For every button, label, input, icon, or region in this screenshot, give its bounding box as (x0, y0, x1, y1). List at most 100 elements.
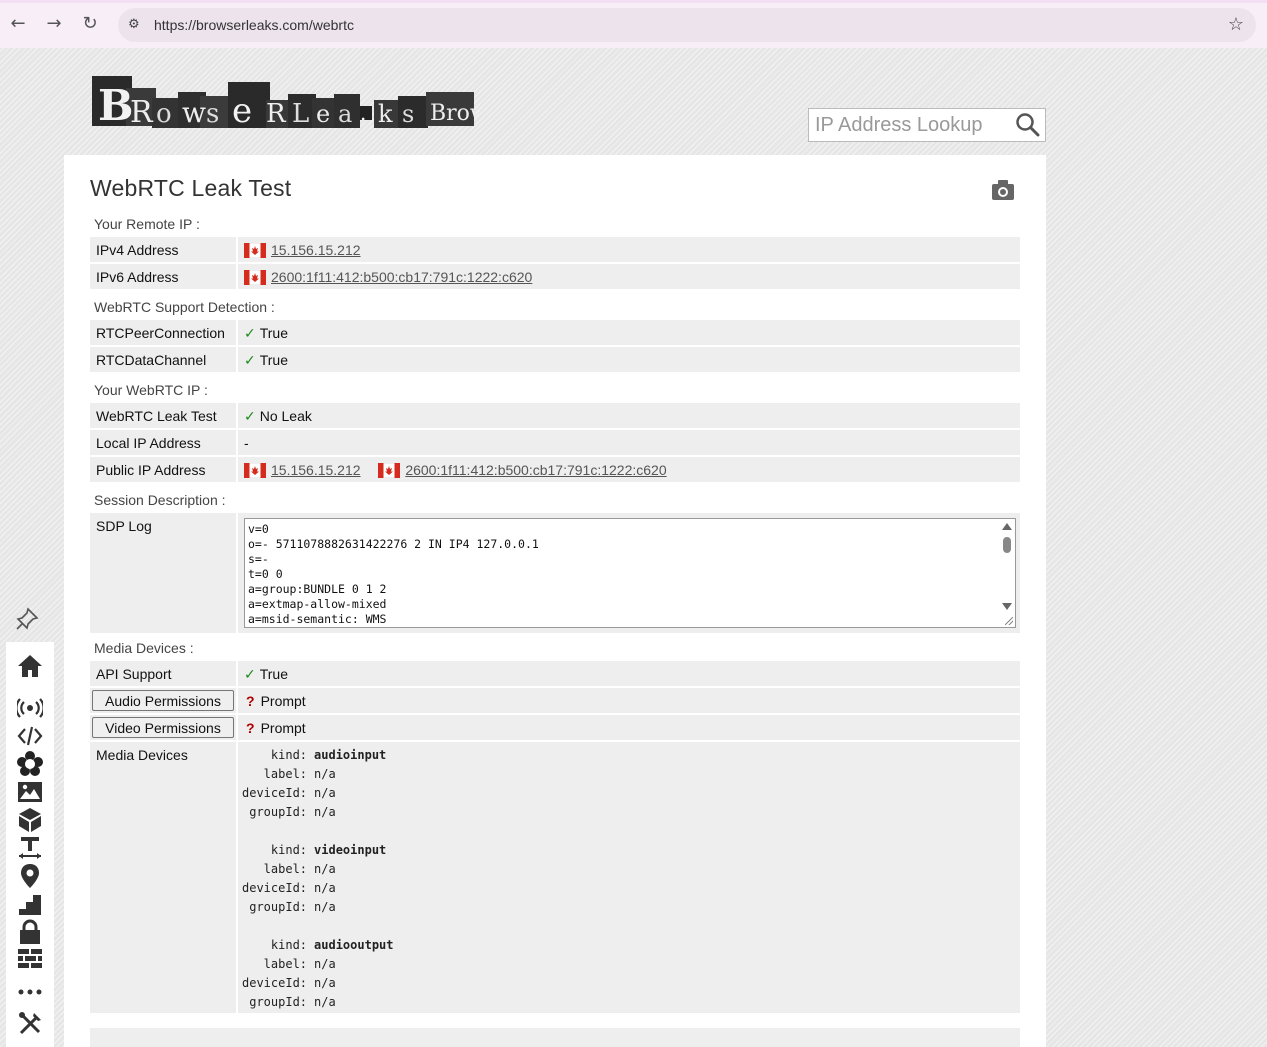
device-label: n/a (314, 862, 336, 876)
tools-sidebar (6, 642, 54, 1047)
resize-grip-icon[interactable] (1005, 617, 1013, 625)
ipv6-link[interactable]: 2600:1f11:412:b500:cb17:791c:1222:c620 (271, 269, 532, 285)
rtcpeerconnection-key: RTCPeerConnection (96, 325, 225, 341)
svg-text:L: L (292, 99, 309, 129)
svg-text:w: w (182, 96, 206, 129)
reload-icon[interactable]: ↻ (80, 14, 100, 34)
device-id-row: deviceId: n/a (242, 879, 394, 898)
svg-text:o: o (156, 99, 172, 129)
video-permissions-button[interactable]: Video Permissions (92, 717, 234, 738)
device-label: n/a (314, 767, 336, 781)
device-id: n/a (314, 976, 336, 990)
more-icon[interactable] (17, 979, 43, 1005)
device-label: n/a (314, 957, 336, 971)
browser-toolbar: ← → ↻ ⚙ https://browserleaks.com/webrtc … (0, 0, 1267, 48)
leak-test-row: WebRTC Leak Test ✓ No Leak (90, 403, 1020, 428)
device-kind-row: kind: videoinput (242, 841, 394, 860)
video-permissions-row: Video Permissions ? Prompt (90, 715, 1020, 740)
svg-text:e: e (232, 91, 252, 131)
rtcdatachannel-value: True (259, 352, 289, 368)
rtcdatachannel-key: RTCDataChannel (96, 352, 207, 368)
media-section-label: Media Devices : (94, 640, 194, 656)
svg-text:k: k (378, 100, 393, 128)
device-id-row: deviceId: n/a (242, 784, 394, 803)
ip-lookup-input[interactable] (809, 109, 1009, 141)
url-text[interactable]: https://browserleaks.com/webrtc (154, 17, 354, 33)
device-group: n/a (314, 995, 336, 1009)
sdp-scrollbar[interactable] (999, 519, 1015, 627)
broadcast-icon[interactable] (17, 695, 43, 721)
ipv6-key: IPv6 Address (96, 269, 179, 285)
device-kind: audioinput (314, 748, 387, 762)
scroll-up-icon[interactable] (1002, 523, 1012, 530)
canada-flag-icon (244, 270, 266, 285)
location-icon[interactable] (17, 863, 43, 889)
ipv4-row: IPv4 Address 15.156.15.212 (90, 237, 1020, 262)
wall-icon[interactable] (17, 947, 43, 973)
svg-text:B: B (98, 81, 134, 130)
site-info-icon[interactable]: ⚙ (128, 17, 144, 33)
webrtc-ip-section-label: Your WebRTC IP : (94, 382, 208, 398)
check-icon: ✓ (244, 667, 256, 683)
ipv6-row: IPv6 Address 2600:1f11:412:b500:cb17:791… (90, 264, 1020, 289)
text-size-icon[interactable] (17, 835, 43, 861)
lock-icon[interactable] (17, 919, 43, 945)
site-logo[interactable]: B R o w s e R L e a . k s BrowserLeaks.c… (90, 70, 643, 136)
canada-flag-icon (244, 463, 266, 478)
image-icon[interactable] (17, 779, 43, 805)
camera-icon[interactable] (991, 179, 1015, 201)
public-ipv6-link[interactable]: 2600:1f11:412:b500:cb17:791c:1222:c620 (405, 462, 666, 478)
home-icon[interactable] (17, 653, 43, 679)
public-ipv4-link[interactable]: 15.156.15.212 (271, 462, 361, 478)
media-devices-row: Media Devices kind: audioinput label: n/a … (90, 742, 1020, 1013)
next-section-box (90, 1028, 1020, 1047)
address-bar[interactable]: ⚙ https://browserleaks.com/webrtc ☆ (118, 8, 1256, 42)
audio-permissions-button[interactable]: Audio Permissions (92, 690, 234, 711)
canada-flag-icon (244, 243, 266, 258)
local-ip-key: Local IP Address (96, 435, 201, 451)
check-icon: ✓ (244, 326, 256, 342)
remote-ip-section-label: Your Remote IP : (94, 216, 200, 232)
ipv4-link[interactable]: 15.156.15.212 (271, 242, 361, 258)
check-icon: ✓ (244, 353, 256, 369)
device-kind: videoinput (314, 843, 387, 857)
back-icon[interactable]: ← (8, 14, 28, 34)
logo-text: BrowserLeaks.com (430, 101, 480, 126)
main-panel: WebRTC Leak Test Your Remote IP : IPv4 A… (64, 155, 1046, 1047)
device-kind-row: kind: audiooutput (242, 936, 394, 955)
device-id-row: deviceId: n/a (242, 974, 394, 993)
rtcpeerconnection-row: RTCPeerConnection ✓ True (90, 320, 1020, 345)
forward-icon[interactable]: → (44, 14, 64, 34)
scroll-thumb[interactable] (1003, 537, 1011, 553)
api-support-key: API Support (96, 666, 172, 682)
device-id: n/a (314, 881, 336, 895)
video-permissions-value: Prompt (260, 720, 306, 736)
sdp-textarea[interactable]: v=0 o=- 5711078882631422276 2 IN IP4 127… (244, 518, 1016, 628)
scroll-down-icon[interactable] (1002, 603, 1012, 610)
bookmark-star-icon[interactable]: ☆ (1228, 14, 1244, 35)
media-devices-key: Media Devices (96, 747, 188, 763)
sdp-row: SDP Log v=0 o=- 5711078882631422276 2 IN… (90, 513, 1020, 633)
svg-text:.: . (360, 101, 366, 125)
public-ip-key: Public IP Address (96, 462, 206, 478)
leak-test-key: WebRTC Leak Test (96, 408, 217, 424)
search-icon[interactable] (1015, 112, 1041, 138)
pin-icon[interactable] (14, 606, 40, 632)
question-icon: ? (246, 720, 255, 736)
session-section-label: Session Description : (94, 492, 226, 508)
device-group-row: groupId: n/a (242, 898, 394, 917)
code-icon[interactable] (17, 723, 43, 749)
sdp-log-text: v=0 o=- 5711078882631422276 2 IN IP4 127… (248, 522, 539, 626)
audio-permissions-row: Audio Permissions ? Prompt (90, 688, 1020, 713)
svg-text:a: a (338, 100, 352, 128)
ip-lookup-search (808, 108, 1046, 142)
sdp-key: SDP Log (96, 518, 152, 534)
flower-icon[interactable] (17, 751, 43, 777)
svg-text:R: R (266, 99, 287, 129)
device-kind: audiooutput (314, 938, 394, 952)
stairs-icon[interactable] (17, 891, 43, 917)
device-label-row: label: n/a (242, 955, 394, 974)
cube-icon[interactable] (17, 807, 43, 833)
tools-icon[interactable] (17, 1011, 43, 1037)
local-ip-value: - (244, 435, 249, 451)
